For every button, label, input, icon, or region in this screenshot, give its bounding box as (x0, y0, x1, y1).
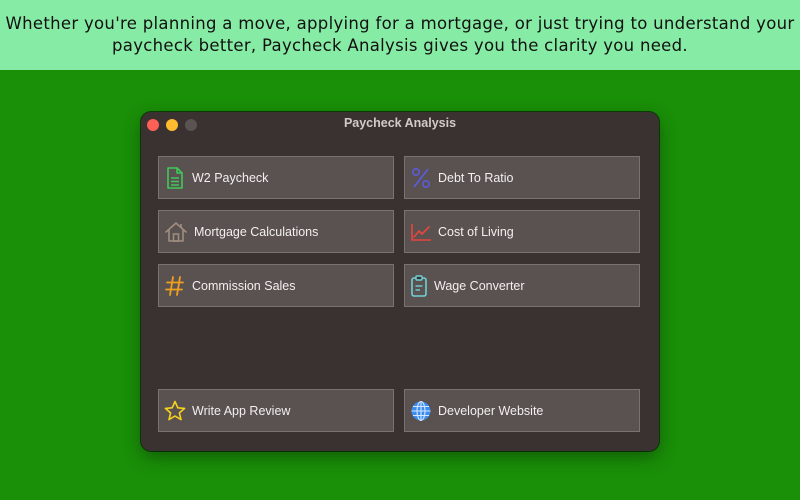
w2-paycheck-button[interactable]: W2 Paycheck (158, 156, 394, 199)
write-app-review-label: Write App Review (192, 403, 291, 418)
clipboard-icon (410, 274, 428, 297)
line-chart-icon (410, 221, 432, 243)
cost-of-living-label: Cost of Living (438, 224, 514, 239)
wage-converter-label: Wage Converter (434, 278, 525, 293)
title-bar: Paycheck Analysis (141, 112, 659, 136)
star-icon (164, 400, 186, 422)
w2-paycheck-label: W2 Paycheck (192, 170, 269, 185)
house-icon (164, 221, 188, 243)
banner-text: Whether you're planning a move, applying… (5, 14, 795, 55)
percent-icon (410, 167, 432, 189)
commission-sales-label: Commission Sales (192, 278, 296, 293)
developer-website-button[interactable]: Developer Website (404, 389, 640, 432)
wage-converter-button[interactable]: Wage Converter (404, 264, 640, 307)
debt-to-ratio-label: Debt To Ratio (438, 170, 514, 185)
cost-of-living-button[interactable]: Cost of Living (404, 210, 640, 253)
globe-icon (410, 400, 432, 422)
promo-banner: Whether you're planning a move, applying… (0, 0, 800, 70)
app-window: Paycheck Analysis W2 Paycheck Debt To Ra… (141, 112, 659, 451)
write-app-review-button[interactable]: Write App Review (158, 389, 394, 432)
mortgage-calculations-label: Mortgage Calculations (194, 224, 319, 239)
commission-sales-button[interactable]: Commission Sales (158, 264, 394, 307)
developer-website-label: Developer Website (438, 403, 544, 418)
document-icon (164, 166, 186, 189)
hashtag-icon (164, 275, 186, 297)
debt-to-ratio-button[interactable]: Debt To Ratio (404, 156, 640, 199)
window-title: Paycheck Analysis (343, 116, 457, 130)
mortgage-calculations-button[interactable]: Mortgage Calculations (158, 210, 394, 253)
